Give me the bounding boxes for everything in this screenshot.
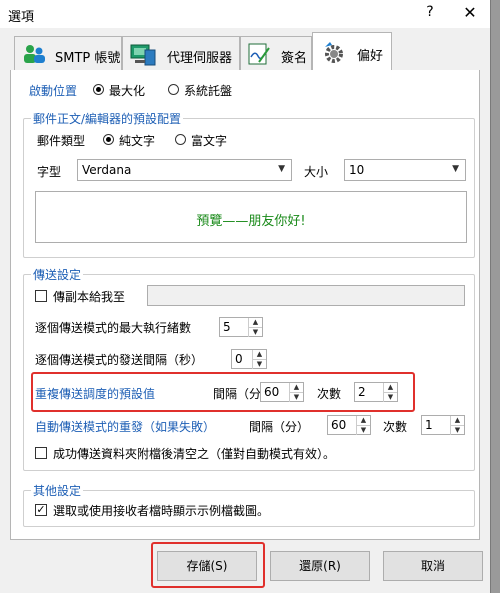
- users-icon: [24, 45, 45, 63]
- font-value: Verdana: [82, 163, 132, 177]
- radio-rich-text[interactable]: [175, 134, 186, 145]
- radio-system-tray[interactable]: [168, 84, 179, 95]
- editor-legend: 郵件正文/編輯器的預設配置: [31, 110, 184, 127]
- help-button[interactable]: ?: [420, 4, 440, 20]
- server-icon: [130, 44, 156, 66]
- startup-label: 啟動位置: [29, 84, 78, 98]
- highlight-schedule-box: [31, 372, 415, 412]
- send-legend: 傳送設定: [31, 266, 84, 283]
- screenshot-checkbox[interactable]: ✓: [35, 504, 47, 516]
- mail-type-label: 郵件類型: [37, 134, 86, 148]
- spin-down-icon[interactable]: ▼: [248, 327, 262, 337]
- rich-text-label: 富文字: [191, 134, 228, 148]
- send-interval-label: 逐個傳送模式的發送間隔（秒）: [35, 353, 204, 367]
- restore-button[interactable]: 還原(R): [270, 551, 370, 581]
- retry-count-value: 1: [425, 418, 433, 432]
- tab-signature[interactable]: 簽名: [240, 36, 312, 70]
- tab-label: 簽名: [281, 51, 308, 66]
- maximize-label: 最大化: [109, 84, 146, 98]
- send-interval-value: 0: [235, 352, 243, 366]
- retry-interval-value: 60: [331, 418, 347, 432]
- tab-label: SMTP 帳號: [55, 51, 121, 66]
- signature-icon: [248, 43, 270, 65]
- cancel-button[interactable]: 取消: [383, 551, 483, 581]
- max-threads-label: 逐個傳送模式的最大執行緒數: [35, 321, 192, 335]
- max-threads-value: 5: [223, 320, 231, 334]
- system-tray-label: 系統託盤: [184, 84, 233, 98]
- preferences-panel: 啟動位置 最大化 系統託盤 郵件正文/編輯器的預設配置 郵件類型 純文字 富文字…: [10, 70, 480, 540]
- options-dialog: 選項 ? ✕ SMTP 帳號 代理伺服器 簽名 偏好 啟動位置 最大化 系統託盤…: [0, 0, 491, 593]
- close-button[interactable]: ✕: [460, 3, 480, 22]
- spin-up-icon[interactable]: ▲: [450, 416, 464, 425]
- screenshot-label: 選取或使用接收者檔時顯示示例檔截圖。: [53, 504, 270, 518]
- tab-label: 偏好: [357, 49, 384, 64]
- preview-box: 預覽——朋友你好!: [35, 191, 467, 243]
- tab-smtp-account[interactable]: SMTP 帳號: [14, 36, 122, 70]
- bcc-input[interactable]: [147, 285, 465, 306]
- window-title: 選項: [8, 10, 35, 25]
- tab-proxy-server[interactable]: 代理伺服器: [122, 36, 240, 70]
- retry-interval-spinner[interactable]: 60 ▲ ▼: [327, 415, 371, 435]
- radio-maximize[interactable]: [93, 84, 104, 95]
- send-interval-spinner[interactable]: 0 ▲ ▼: [231, 349, 267, 369]
- retry-count-spinner[interactable]: 1 ▲ ▼: [421, 415, 465, 435]
- spin-down-icon[interactable]: ▼: [450, 425, 464, 435]
- size-label: 大小: [304, 165, 329, 179]
- spin-down-icon[interactable]: ▼: [356, 425, 370, 435]
- clear-attach-label: 成功傳送資料夾附檔後清空之（僅對自動模式有效）。: [53, 447, 336, 461]
- retry-count-label: 次數: [383, 420, 408, 434]
- size-select[interactable]: 10 ▼: [344, 159, 466, 181]
- radio-plain-text[interactable]: [103, 134, 114, 145]
- chevron-down-icon: ▼: [452, 164, 459, 174]
- preview-text: 預覽——朋友你好!: [196, 214, 306, 229]
- font-label: 字型: [37, 165, 62, 179]
- bcc-label: 傳副本給我至: [53, 290, 126, 304]
- clear-attach-checkbox[interactable]: [35, 447, 47, 459]
- tab-preferences[interactable]: 偏好: [312, 32, 392, 71]
- spin-up-icon[interactable]: ▲: [248, 318, 262, 327]
- font-select[interactable]: Verdana ▼: [77, 159, 292, 181]
- highlight-save-box: [151, 542, 265, 588]
- retry-label: 自動傳送模式的重發（如果失敗）: [35, 420, 216, 434]
- bcc-checkbox[interactable]: [35, 290, 47, 302]
- other-legend: 其他設定: [31, 482, 84, 499]
- chevron-down-icon: ▼: [278, 164, 285, 174]
- spin-up-icon[interactable]: ▲: [356, 416, 370, 425]
- title-bar: 選項 ? ✕: [0, 0, 490, 28]
- retry-interval-label: 間隔（分）: [249, 420, 310, 434]
- spin-down-icon[interactable]: ▼: [252, 359, 266, 369]
- gear-icon: [325, 42, 343, 63]
- tab-label: 代理伺服器: [167, 51, 233, 66]
- spin-up-icon[interactable]: ▲: [252, 350, 266, 359]
- max-threads-spinner[interactable]: 5 ▲ ▼: [219, 317, 263, 337]
- size-value: 10: [349, 163, 365, 177]
- plain-text-label: 純文字: [119, 134, 156, 148]
